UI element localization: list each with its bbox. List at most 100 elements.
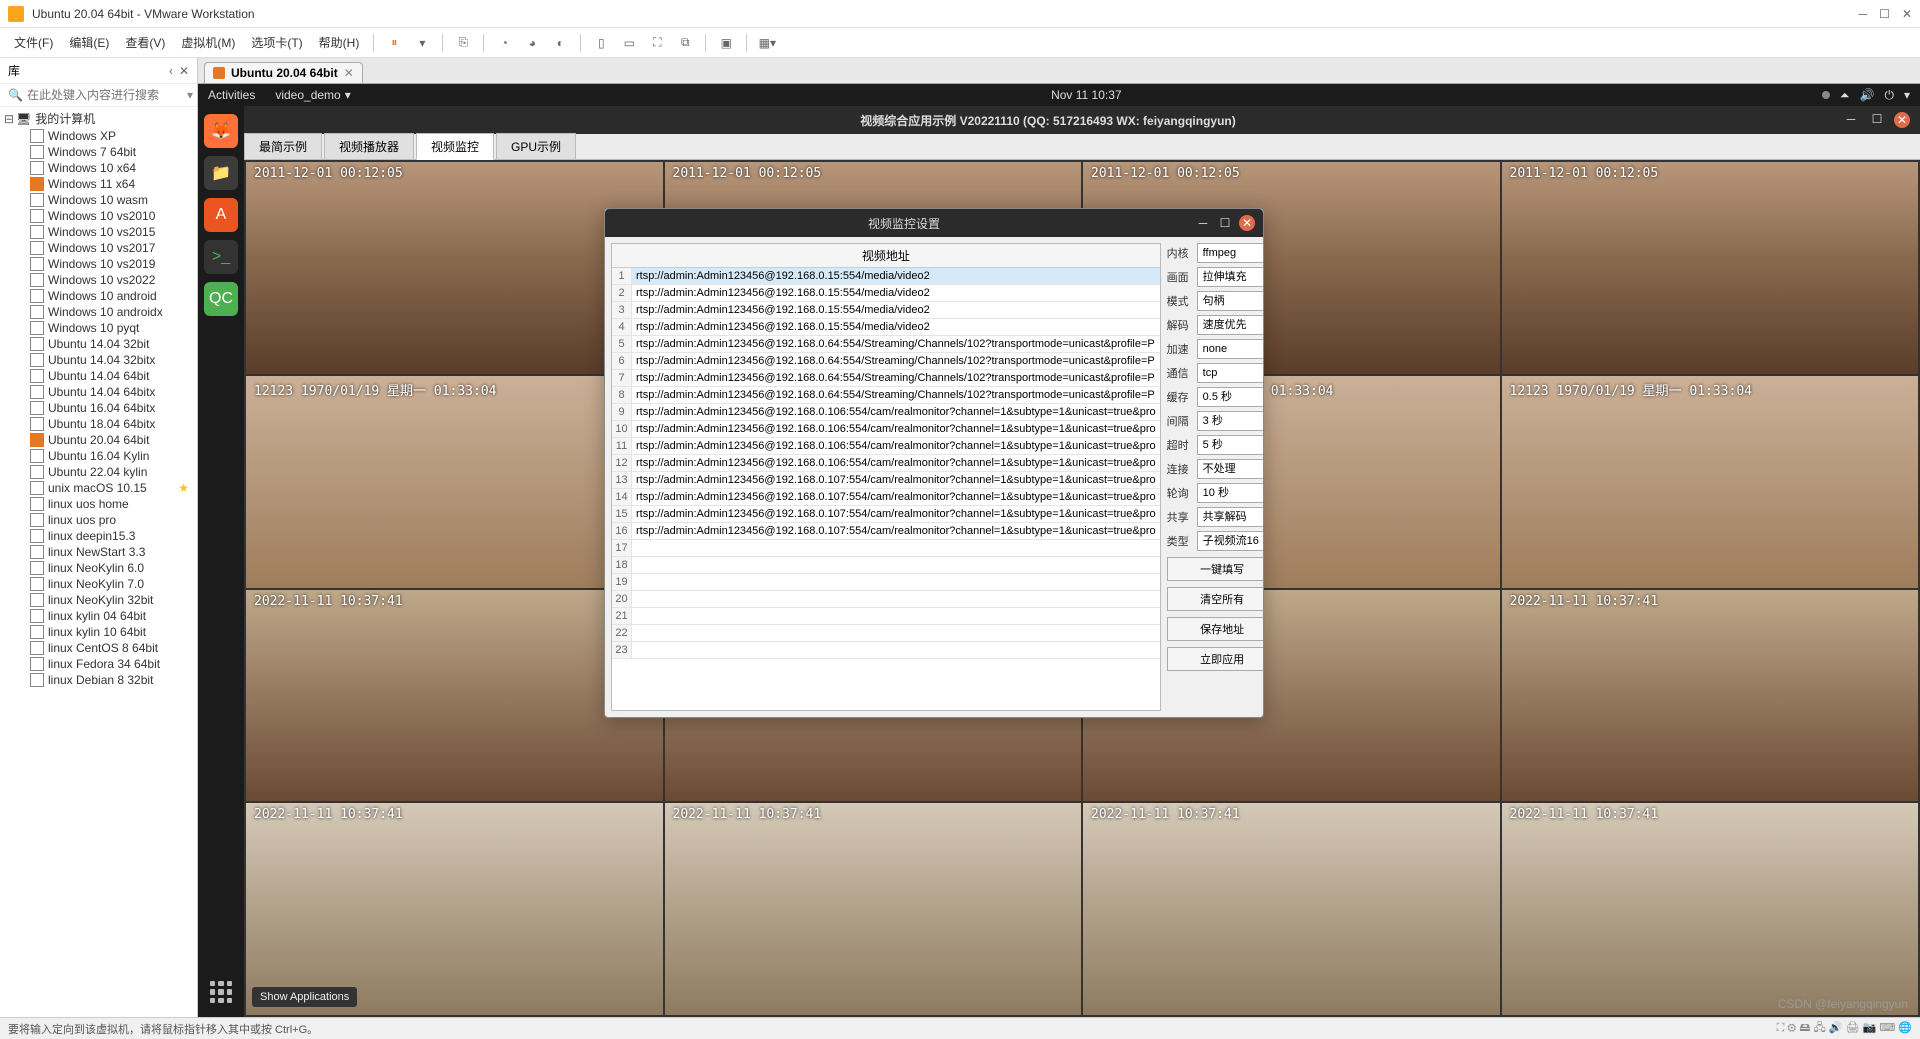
library-search-input[interactable] [27, 88, 183, 102]
address-row[interactable]: 13rtsp://admin:Admin123456@192.168.0.107… [612, 472, 1160, 489]
url-cell[interactable]: rtsp://admin:Admin123456@192.168.0.15:55… [632, 268, 1160, 284]
address-row[interactable]: 23 [612, 642, 1160, 659]
tab-monitor[interactable]: 视频监控 [416, 133, 494, 160]
menu-file[interactable]: 文件(F) [8, 30, 59, 55]
address-row[interactable]: 17 [612, 540, 1160, 557]
setting-select[interactable]: ffmpeg [1197, 243, 1263, 263]
address-row[interactable]: 12rtsp://admin:Admin123456@192.168.0.106… [612, 455, 1160, 472]
clear-button[interactable]: 清空所有 [1167, 587, 1263, 611]
address-row[interactable]: 4rtsp://admin:Admin123456@192.168.0.15:5… [612, 319, 1160, 336]
url-cell[interactable]: rtsp://admin:Admin123456@192.168.0.15:55… [632, 285, 1160, 301]
url-cell[interactable]: rtsp://admin:Admin123456@192.168.0.106:5… [632, 438, 1160, 454]
view-3-icon[interactable]: ⛶ [645, 31, 669, 55]
clock[interactable]: Nov 11 10:37 [351, 88, 1822, 102]
vm-item[interactable]: Windows 10 pyqt [0, 320, 197, 336]
minimize-button[interactable]: ─ [1842, 112, 1860, 128]
chevron-down-icon[interactable]: ▾ [1904, 88, 1910, 102]
address-row[interactable]: 8rtsp://admin:Admin123456@192.168.0.64:5… [612, 387, 1160, 404]
close-button[interactable]: ✕ [1894, 112, 1910, 128]
setting-select[interactable]: 10 秒 [1197, 483, 1263, 503]
url-cell[interactable]: rtsp://admin:Admin123456@192.168.0.15:55… [632, 302, 1160, 318]
url-cell[interactable] [632, 625, 1160, 641]
url-cell[interactable]: rtsp://admin:Admin123456@192.168.0.15:55… [632, 319, 1160, 335]
setting-select[interactable]: 共享解码 [1197, 507, 1263, 527]
app-menu[interactable]: video_demo ▾ [275, 88, 350, 102]
vm-item[interactable]: Windows 10 vs2019 [0, 256, 197, 272]
address-row[interactable]: 22 [612, 625, 1160, 642]
vm-item[interactable]: Windows 10 vs2010 [0, 208, 197, 224]
view-4-icon[interactable]: ⧉ [673, 31, 697, 55]
address-row[interactable]: 2rtsp://admin:Admin123456@192.168.0.15:5… [612, 285, 1160, 302]
tab-player[interactable]: 视频播放器 [324, 133, 414, 159]
maximize-button[interactable]: ☐ [1879, 7, 1890, 21]
address-row[interactable]: 11rtsp://admin:Admin123456@192.168.0.106… [612, 438, 1160, 455]
vm-item[interactable]: linux NeoKylin 32bit [0, 592, 197, 608]
address-row[interactable]: 9rtsp://admin:Admin123456@192.168.0.106:… [612, 404, 1160, 421]
vm-item[interactable]: unix macOS 10.15★ [0, 480, 197, 496]
menu-help[interactable]: 帮助(H) [313, 30, 366, 55]
send-icon[interactable]: ⎘ [451, 31, 475, 55]
video-cell[interactable]: 2022-11-11 10:37:41 [665, 803, 1082, 1015]
files-icon[interactable]: 📁 [204, 156, 238, 190]
video-cell[interactable]: 2011-12-01 00:12:05 [1502, 162, 1919, 374]
snapshot-restore-icon[interactable]: ◕ [520, 31, 544, 55]
url-cell[interactable]: rtsp://admin:Admin123456@192.168.0.64:55… [632, 353, 1160, 369]
maximize-button[interactable]: ☐ [1868, 112, 1886, 128]
url-cell[interactable]: rtsp://admin:Admin123456@192.168.0.106:5… [632, 455, 1160, 471]
menu-vm[interactable]: 虚拟机(M) [175, 30, 241, 55]
dropdown-icon[interactable]: ▾ [410, 31, 434, 55]
show-apps-button[interactable] [204, 975, 238, 1009]
setting-select[interactable]: none [1197, 339, 1263, 359]
vm-tab[interactable]: Ubuntu 20.04 64bit ✕ [204, 62, 363, 83]
setting-select[interactable]: 句柄 [1197, 291, 1263, 311]
setting-select[interactable]: 子视频流16 [1197, 531, 1263, 551]
vm-item[interactable]: linux Fedora 34 64bit [0, 656, 197, 672]
chevron-left-icon[interactable]: ‹ [169, 64, 173, 78]
snapshot-manage-icon[interactable]: ◐ [548, 31, 572, 55]
video-cell[interactable]: 2022-11-11 10:37:41 [246, 803, 663, 1015]
video-cell[interactable]: 2022-11-11 10:37:41 [1502, 803, 1919, 1015]
vm-item[interactable]: linux NewStart 3.3 [0, 544, 197, 560]
fill-button[interactable]: 一键填写 [1167, 557, 1263, 581]
video-cell[interactable]: 2022-11-11 10:37:41 [246, 590, 663, 802]
maximize-button[interactable]: ☐ [1217, 215, 1233, 231]
url-cell[interactable]: rtsp://admin:Admin123456@192.168.0.64:55… [632, 336, 1160, 352]
address-row[interactable]: 18 [612, 557, 1160, 574]
vm-item[interactable]: linux uos pro [0, 512, 197, 528]
url-cell[interactable]: rtsp://admin:Admin123456@192.168.0.106:5… [632, 404, 1160, 420]
vm-item[interactable]: Windows 11 x64 [0, 176, 197, 192]
menu-edit[interactable]: 编辑(E) [63, 30, 115, 55]
view-2-icon[interactable]: ▭ [617, 31, 641, 55]
address-row[interactable]: 16rtsp://admin:Admin123456@192.168.0.107… [612, 523, 1160, 540]
snapshot-icon[interactable]: ◔ [492, 31, 516, 55]
url-cell[interactable] [632, 557, 1160, 573]
vm-item[interactable]: Windows 10 vs2022 [0, 272, 197, 288]
address-row[interactable]: 15rtsp://admin:Admin123456@192.168.0.107… [612, 506, 1160, 523]
tab-gpu[interactable]: GPU示例 [496, 133, 576, 159]
vm-item[interactable]: Ubuntu 22.04 kylin [0, 464, 197, 480]
firefox-icon[interactable]: 🦊 [204, 114, 238, 148]
power-icon[interactable]: ⏻ [1884, 88, 1894, 103]
url-cell[interactable]: rtsp://admin:Admin123456@192.168.0.107:5… [632, 489, 1160, 505]
console-icon[interactable]: ▣ [714, 31, 738, 55]
address-row[interactable]: 3rtsp://admin:Admin123456@192.168.0.15:5… [612, 302, 1160, 319]
address-row[interactable]: 7rtsp://admin:Admin123456@192.168.0.64:5… [612, 370, 1160, 387]
close-button[interactable]: ✕ [1239, 215, 1255, 231]
minimize-button[interactable]: ─ [1195, 215, 1211, 231]
activities-button[interactable]: Activities [208, 88, 255, 102]
settings-icon[interactable]: ▦▾ [755, 31, 779, 55]
qc-icon[interactable]: QC [204, 282, 238, 316]
address-row[interactable]: 14rtsp://admin:Admin123456@192.168.0.107… [612, 489, 1160, 506]
video-cell[interactable]: 2022-11-11 10:37:41 [1502, 590, 1919, 802]
url-cell[interactable] [632, 574, 1160, 590]
url-cell[interactable]: rtsp://admin:Admin123456@192.168.0.107:5… [632, 472, 1160, 488]
vm-item[interactable]: Ubuntu 16.04 64bitx [0, 400, 197, 416]
minimize-button[interactable]: ─ [1859, 7, 1868, 21]
address-row[interactable]: 1rtsp://admin:Admin123456@192.168.0.15:5… [612, 268, 1160, 285]
vm-item[interactable]: Windows 10 x64 [0, 160, 197, 176]
vm-item[interactable]: Windows 10 androidx [0, 304, 197, 320]
tab-simple[interactable]: 最简示例 [244, 133, 322, 159]
url-cell[interactable]: rtsp://admin:Admin123456@192.168.0.64:55… [632, 370, 1160, 386]
video-cell[interactable]: 12123 1970/01/19 星期一 01:33:04 [246, 376, 663, 588]
software-icon[interactable]: A [204, 198, 238, 232]
